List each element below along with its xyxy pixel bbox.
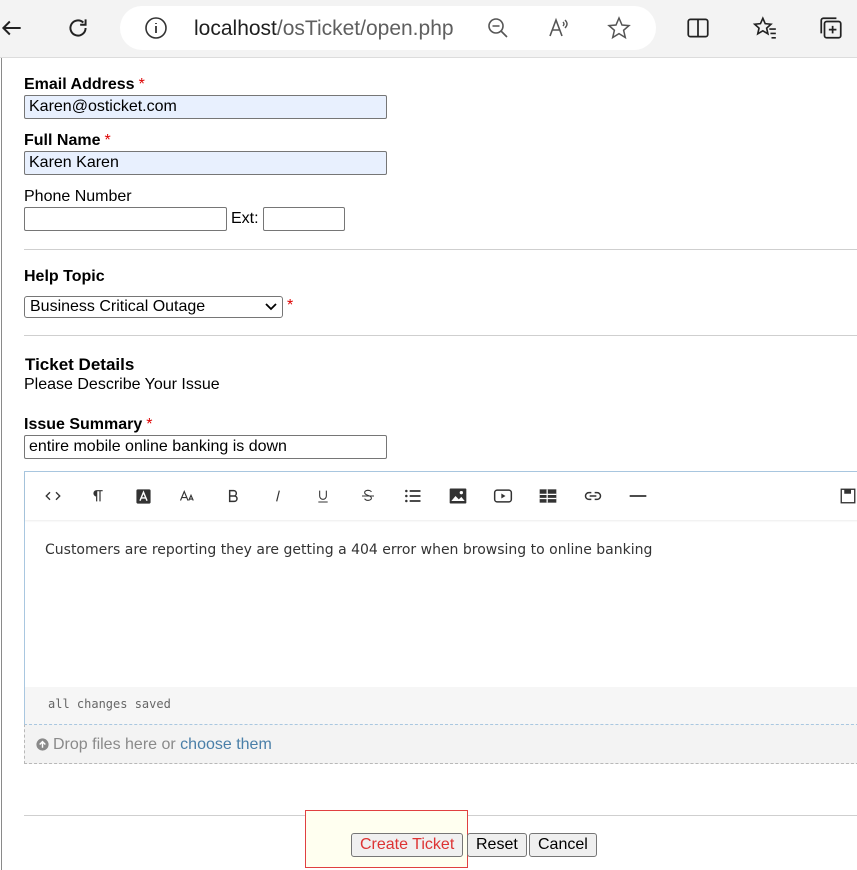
choose-files-link[interactable]: choose them [180, 736, 272, 753]
ext-label: Ext: [231, 210, 259, 227]
chevron-down-icon [265, 303, 277, 311]
cancel-button[interactable]: Cancel [529, 833, 597, 857]
font-size-icon[interactable] [176, 484, 200, 508]
insert-image-icon[interactable] [446, 484, 470, 508]
editor-toolbar [25, 472, 857, 520]
favorites-icon[interactable] [747, 10, 783, 46]
ticket-form-page: Email Address* Full Name* Phone Number E… [0, 58, 857, 870]
save-draft-icon[interactable] [839, 484, 857, 508]
phone-ext-field[interactable] [263, 207, 345, 231]
left-border [1, 58, 2, 870]
full-name-field[interactable] [24, 151, 387, 175]
html-code-icon[interactable] [41, 484, 65, 508]
help-topic-selected: Business Critical Outage [30, 298, 206, 315]
upload-arrow-icon [36, 738, 49, 751]
site-info-icon[interactable] [144, 16, 168, 40]
split-screen-icon[interactable] [680, 10, 716, 46]
rich-text-editor: Customers are reporting they are getting… [24, 471, 857, 724]
editor-body[interactable]: Customers are reporting they are getting… [45, 542, 652, 558]
bulleted-list-icon[interactable] [401, 484, 425, 508]
bold-icon[interactable] [221, 484, 245, 508]
reload-icon[interactable] [60, 10, 96, 46]
divider [24, 249, 857, 250]
email-field[interactable] [24, 95, 387, 119]
phone-field[interactable] [24, 207, 227, 231]
url-text: localhost/osTicket/open.php [194, 17, 454, 40]
horizontal-rule-icon[interactable] [626, 484, 650, 508]
favorite-star-icon[interactable] [607, 16, 631, 40]
italic-icon[interactable] [266, 484, 290, 508]
full-name-label: Full Name * [24, 132, 111, 149]
underline-icon[interactable] [311, 484, 335, 508]
create-ticket-button[interactable]: Create Ticket [351, 833, 464, 857]
phone-label: Phone Number [24, 188, 132, 205]
strikethrough-icon[interactable] [356, 484, 380, 508]
back-arrow-icon[interactable] [0, 10, 30, 46]
paragraph-icon[interactable] [86, 484, 110, 508]
browser-toolbar: localhost/osTicket/open.php [0, 0, 857, 58]
editor-status-bar: all changes saved [25, 687, 857, 724]
insert-link-icon[interactable] [581, 484, 605, 508]
insert-video-icon[interactable] [491, 484, 515, 508]
address-bar[interactable]: localhost/osTicket/open.php [120, 6, 656, 50]
collections-icon[interactable] [813, 10, 849, 46]
email-label: Email Address * [24, 76, 145, 93]
help-topic-label: Help Topic [24, 268, 105, 285]
file-dropzone[interactable]: Drop files here or choose them [24, 724, 857, 764]
text-color-icon[interactable] [131, 484, 155, 508]
insert-table-icon[interactable] [536, 484, 560, 508]
read-aloud-icon[interactable] [547, 16, 571, 40]
help-topic-select[interactable]: Business Critical Outage [24, 296, 283, 318]
reset-button[interactable]: Reset [467, 833, 527, 857]
issue-summary-field[interactable] [24, 435, 387, 459]
issue-summary-label: Issue Summary * [24, 416, 153, 433]
ticket-details-subheading: Please Describe Your Issue [24, 376, 220, 393]
divider [24, 335, 857, 336]
draft-status: all changes saved [48, 697, 171, 711]
ticket-details-heading: Ticket Details [25, 355, 135, 374]
help-topic-required: * [287, 297, 294, 314]
dropzone-text: Drop files here or choose them [53, 736, 272, 753]
zoom-out-icon[interactable] [486, 16, 510, 40]
